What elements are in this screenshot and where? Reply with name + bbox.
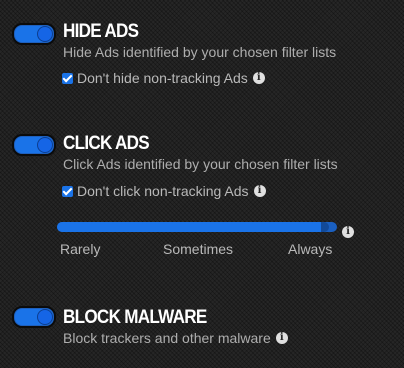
dont-hide-non-tracking-label[interactable]: Don't hide non-tracking Ads (77, 70, 248, 86)
info-icon[interactable]: i (275, 332, 288, 344)
click-ads-option: Don't click non-tracking Ads i (62, 183, 266, 199)
dont-hide-non-tracking-checkbox[interactable] (62, 72, 73, 84)
click-ads-toggle[interactable] (12, 134, 56, 156)
dont-click-non-tracking-label[interactable]: Don't click non-tracking Ads (77, 183, 249, 199)
click-ads-title: CLICK ADS (63, 133, 150, 154)
hide-ads-toggle[interactable] (12, 23, 56, 45)
dont-click-non-tracking-checkbox[interactable] (62, 185, 73, 197)
click-ads-description: Click Ads identified by your chosen filt… (63, 156, 338, 172)
block-malware-toggle-knob (37, 309, 53, 325)
info-icon[interactable]: i (252, 72, 265, 84)
slider-info: i (342, 221, 354, 239)
block-malware-description: Block trackers and other malware (63, 330, 271, 346)
click-frequency-slider-handle[interactable] (321, 222, 329, 232)
info-icon[interactable]: i (253, 185, 266, 197)
hide-ads-title: HIDE ADS (63, 21, 139, 42)
slider-label-always: Always (288, 241, 333, 257)
click-frequency-slider-fill (57, 222, 321, 232)
block-malware-description-row: Block trackers and other malware i (63, 330, 288, 346)
slider-label-sometimes: Sometimes (163, 241, 234, 257)
block-malware-toggle[interactable] (12, 306, 56, 328)
click-ads-toggle-knob (37, 137, 53, 153)
hide-ads-option: Don't hide non-tracking Ads i (62, 70, 265, 86)
info-icon[interactable]: i (342, 226, 354, 238)
slider-label-rarely: Rarely (60, 241, 101, 257)
hide-ads-description: Hide Ads identified by your chosen filte… (63, 44, 337, 60)
block-malware-title: BLOCK MALWARE (63, 307, 207, 328)
click-frequency-slider[interactable] (57, 222, 337, 232)
hide-ads-toggle-knob (37, 26, 53, 42)
